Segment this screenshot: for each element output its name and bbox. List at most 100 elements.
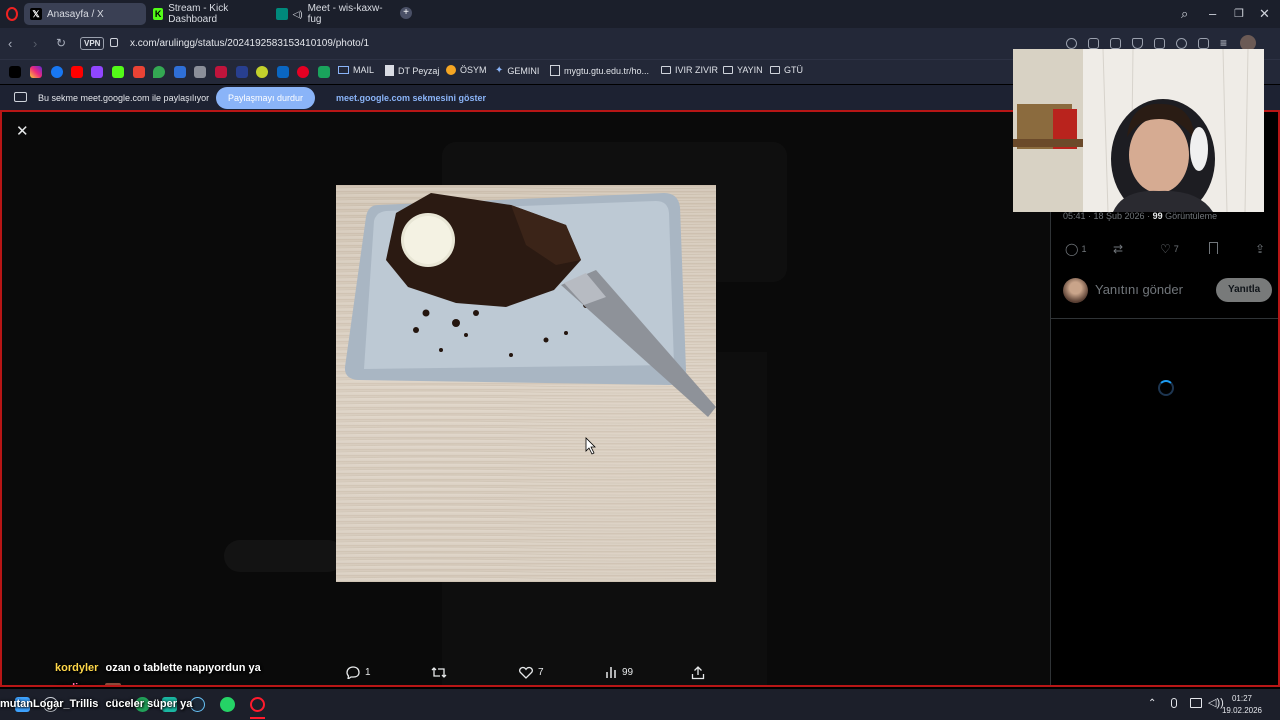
like-count: 7: [538, 667, 544, 678]
send-icon[interactable]: [1154, 38, 1165, 49]
reply-button[interactable]: Yanıtla: [1216, 278, 1273, 302]
divider: [1051, 318, 1278, 319]
bookmark-icon[interactable]: [256, 66, 268, 78]
heart-icon: [519, 666, 533, 679]
heart-icon: ♡: [1160, 242, 1171, 256]
instagram-icon[interactable]: [30, 66, 42, 78]
reply-input[interactable]: Yanıtını gönder: [1095, 282, 1183, 297]
chat-username: arulingg: [55, 682, 98, 685]
shield-icon[interactable]: [1132, 38, 1143, 49]
chevron-up-icon[interactable]: ⌃: [1148, 698, 1156, 709]
whatsapp-icon[interactable]: [220, 697, 235, 712]
reply-icon: ◯: [1065, 242, 1079, 256]
analytics-icon: [606, 667, 616, 678]
link-icon[interactable]: [194, 66, 206, 78]
panel-reply-action[interactable]: ◯ 1: [1065, 242, 1086, 256]
loading-spinner-icon: [1158, 380, 1174, 396]
reply-action[interactable]: 1: [346, 666, 371, 679]
tweet-photo[interactable]: [336, 185, 716, 582]
restore-icon[interactable]: ❐: [1234, 7, 1244, 20]
tab-label: Anasayfa / X: [47, 8, 104, 20]
zoom-icon[interactable]: [1066, 38, 1077, 49]
like-action[interactable]: 7: [519, 666, 544, 679]
chat-message: kordyler ozan o tablette napıyordun ya: [55, 662, 261, 674]
download-icon[interactable]: [1198, 38, 1209, 49]
opera-logo-icon[interactable]: [6, 7, 18, 21]
chat-text: cüceler süper ya: [105, 698, 193, 710]
forward-icon[interactable]: ›: [33, 36, 37, 51]
youtube-icon[interactable]: [71, 66, 83, 78]
back-icon[interactable]: ‹: [8, 36, 12, 51]
x-bookmark-icon[interactable]: [9, 66, 21, 78]
tab-kick-dashboard[interactable]: K Stream - Kick Dashboard: [147, 3, 269, 25]
menu-icon[interactable]: ≡: [1220, 36, 1227, 50]
new-tab-button[interactable]: +: [400, 7, 412, 19]
linkedin-icon[interactable]: [277, 66, 289, 78]
reply-count: 1: [365, 667, 371, 678]
sharing-status-text: Bu sekme meet.google.com ile paylaşılıyo…: [38, 93, 210, 103]
tab-x-home[interactable]: 𝕏 Anasayfa / X: [24, 3, 146, 25]
system-clock[interactable]: 01:27 19.02.2026: [1222, 693, 1262, 717]
twitch-icon[interactable]: [91, 66, 103, 78]
bookmark-mygtu[interactable]: mygtu.gtu.edu.tr/ho...: [550, 65, 649, 76]
webcam-overlay: [1013, 49, 1264, 212]
bookmark-folder-gtu[interactable]: GTÜ: [770, 65, 803, 75]
panel-like-action[interactable]: ♡ 7: [1160, 242, 1179, 256]
reload-icon[interactable]: ↻: [56, 36, 66, 50]
x-logo-icon: 𝕏: [30, 8, 42, 20]
url-field[interactable]: x.com/arulingg/status/202419258315341010…: [130, 38, 369, 49]
tab-google-meet[interactable]: ◁) Meet - wis-kaxw-fug: [270, 3, 400, 25]
folder-icon: [661, 66, 671, 74]
pinterest-icon[interactable]: [297, 66, 309, 78]
bookmark-osym[interactable]: ÖSYM: [446, 65, 487, 75]
bookmark-dt-peyzaj[interactable]: DT Peyzaj: [385, 65, 439, 76]
meet-logo-icon: [276, 8, 288, 20]
chat-username: kordyler: [55, 662, 99, 674]
speaker-icon: ◁): [292, 8, 303, 19]
stop-sharing-button[interactable]: Paylaşmayı durdur: [216, 87, 316, 109]
minimize-icon[interactable]: –: [1209, 6, 1216, 21]
edit-icon[interactable]: [1088, 38, 1099, 49]
views-action[interactable]: 99: [605, 666, 633, 678]
folder-icon: [770, 66, 780, 74]
close-icon[interactable]: ✕: [16, 122, 29, 140]
repost-action[interactable]: [431, 666, 447, 679]
folder-icon: [723, 66, 733, 74]
bookmark-gemini[interactable]: ✦ GEMINI: [495, 65, 539, 76]
screen-share-icon: [14, 92, 27, 102]
bookmark-icon[interactable]: [215, 66, 227, 78]
camera-icon[interactable]: [1110, 38, 1121, 49]
bookmark-icon[interactable]: [236, 66, 248, 78]
share-action[interactable]: [691, 666, 705, 680]
panel-repost-action[interactable]: ⇄: [1113, 242, 1123, 256]
microphone-icon[interactable]: [1171, 698, 1177, 708]
dollar-icon[interactable]: [174, 66, 186, 78]
repost-icon: ⇄: [1113, 242, 1124, 256]
bookmark-icon: [1209, 242, 1218, 254]
bookmark-folder-yayin[interactable]: YAYIN: [723, 65, 763, 75]
avatar: [1063, 278, 1088, 303]
maps-icon[interactable]: [153, 66, 165, 78]
heart-icon[interactable]: [1176, 38, 1187, 49]
gmail-icon[interactable]: [133, 66, 145, 78]
facebook-icon[interactable]: [51, 66, 63, 78]
display-icon[interactable]: [1190, 698, 1202, 708]
bookmark-folder-ivir-zivir[interactable]: IVIR ZIVIR: [661, 65, 718, 75]
page-icon: [550, 65, 560, 76]
osym-icon: [446, 65, 456, 75]
kick-icon[interactable]: [112, 66, 124, 78]
close-window-icon[interactable]: ✕: [1259, 6, 1270, 22]
vpn-badge[interactable]: VPN: [80, 37, 105, 50]
panel-bookmark-action[interactable]: [1209, 242, 1218, 254]
clock-date: 19.02.2026: [1221, 706, 1262, 715]
panel-share-action[interactable]: ⇪: [1255, 242, 1265, 256]
share-icon: ⇪: [1255, 242, 1266, 256]
search-icon[interactable]: ⌕: [1181, 6, 1188, 22]
show-meet-tab-button[interactable]: meet.google.com sekmesini göster: [336, 93, 486, 103]
opera-taskbar-icon[interactable]: [250, 697, 265, 712]
bookmark-mail[interactable]: MAIL: [338, 65, 374, 75]
phone-icon[interactable]: [318, 66, 330, 78]
gemini-icon: ✦: [495, 65, 504, 76]
active-app-indicator: [250, 717, 265, 719]
browser-tab-bar: 𝕏 Anasayfa / X K Stream - Kick Dashboard…: [0, 0, 1280, 28]
